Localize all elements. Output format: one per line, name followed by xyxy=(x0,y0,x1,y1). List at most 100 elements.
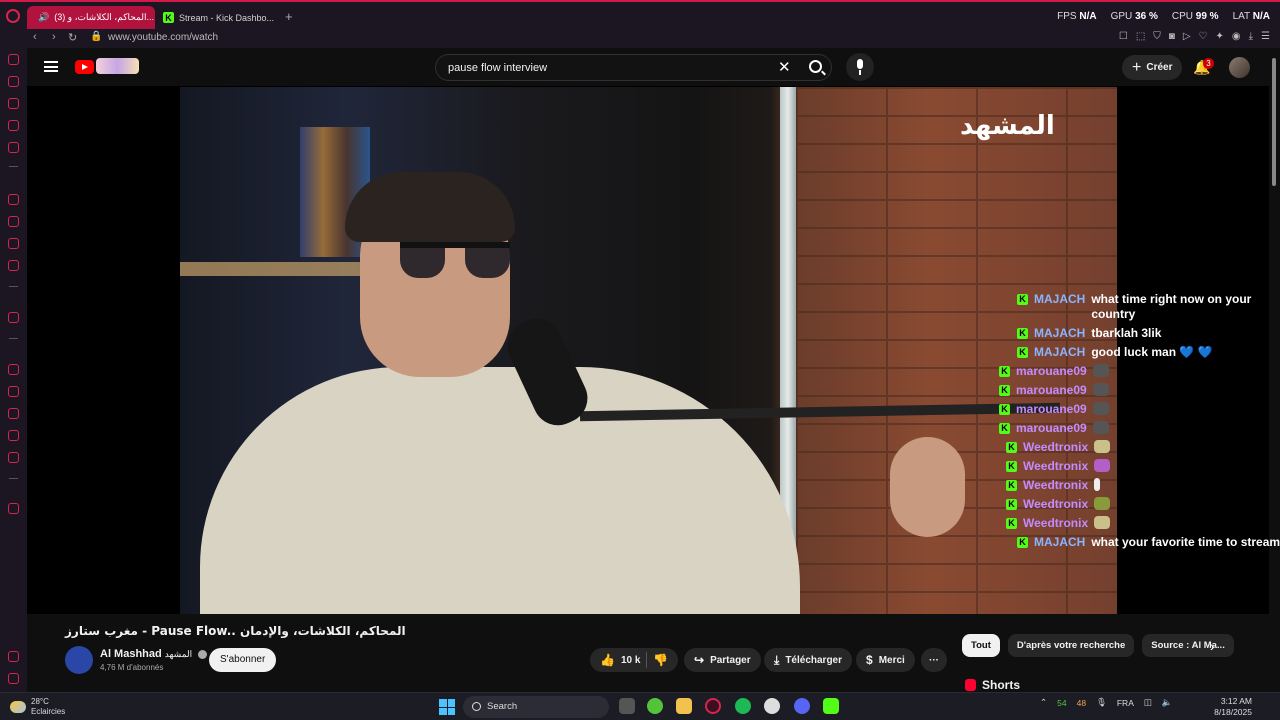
app-green-icon[interactable] xyxy=(647,698,663,714)
opera-gx-icon[interactable] xyxy=(705,698,721,714)
bookmark-icon[interactable]: ☐ xyxy=(1119,31,1128,42)
reload-icon[interactable]: ↻ xyxy=(68,31,77,44)
chip-all[interactable]: Tout xyxy=(962,634,1000,657)
sidebar-ai-icon[interactable] xyxy=(8,120,19,131)
create-button[interactable]: + Créer xyxy=(1122,55,1183,80)
chat-message: K Weedtronix xyxy=(1006,497,1280,512)
sidebar-record-icon[interactable] xyxy=(8,503,19,514)
share-button[interactable]: ↪ Partager xyxy=(684,648,761,672)
browser-logo-icon[interactable] xyxy=(6,9,20,23)
sidebar-pin-icon[interactable] xyxy=(8,386,19,397)
tray-microphone-icon[interactable]: 🎙 xyxy=(1096,697,1107,708)
video-info-section: مغرب ستارز - Pause Flow.. المحاكم، الكلا… xyxy=(27,614,1269,692)
sidebar-twitch-icon[interactable] xyxy=(8,194,19,205)
thumbs-up-icon: 👍 xyxy=(600,653,615,667)
chat-text: what time right now on your country xyxy=(1091,292,1252,321)
stat-lat: LAT N/A xyxy=(1232,11,1270,22)
camera-icon[interactable]: ◙ xyxy=(1169,31,1175,42)
sidebar-separator xyxy=(9,166,18,167)
tray-expand-icon[interactable]: ⌃ xyxy=(1040,697,1047,708)
task-view-icon[interactable] xyxy=(619,698,635,714)
file-explorer-icon[interactable] xyxy=(676,698,692,714)
scrollbar-thumb[interactable] xyxy=(1272,58,1276,186)
tray-network-icon[interactable]: ◫ xyxy=(1144,697,1152,708)
youtube-doodle[interactable] xyxy=(96,58,139,74)
subscribe-button[interactable]: S'abonner xyxy=(209,648,277,672)
tab-kick-dashboard[interactable]: K Stream - Kick Dashbo... xyxy=(157,6,281,29)
discord-icon[interactable] xyxy=(794,698,810,714)
channel-watermark-logo: المشهد xyxy=(960,111,1055,141)
spotify-icon[interactable] xyxy=(735,698,751,714)
new-tab-button[interactable]: + xyxy=(285,9,293,24)
kick-favicon-icon: K xyxy=(163,12,174,23)
thumbs-down-icon[interactable]: 👎 xyxy=(653,653,668,667)
page-scrollbar[interactable] xyxy=(1270,50,1278,690)
sidebar-instagram-icon[interactable] xyxy=(8,238,19,249)
sidebar-ox-icon[interactable] xyxy=(8,651,19,662)
sidebar-messenger-icon[interactable] xyxy=(8,54,19,65)
kick-badge-icon: K xyxy=(999,385,1010,396)
stat-fps: FPS N/A xyxy=(1057,11,1097,22)
more-actions-button[interactable]: ··· xyxy=(921,648,947,672)
menu-icon[interactable]: ☰ xyxy=(1261,31,1270,42)
sidebar-heart-icon[interactable] xyxy=(8,364,19,375)
hamburger-menu-icon[interactable] xyxy=(44,61,58,72)
taskbar-search[interactable]: Search xyxy=(463,696,609,718)
screenshot-icon[interactable]: ⬚ xyxy=(1136,31,1145,42)
chat-message: K MAJACH what time right now on your cou… xyxy=(1017,292,1280,322)
tray-language[interactable]: FRA xyxy=(1117,698,1134,708)
taskbar-clock[interactable]: 3:12 AM 8/18/2025 xyxy=(1214,696,1252,718)
tab-youtube[interactable]: 🔊 (3) المحاكم، الكلاشات، و... xyxy=(27,6,155,29)
app-white-icon[interactable] xyxy=(764,698,780,714)
start-button[interactable] xyxy=(439,699,455,715)
chips-next-icon[interactable]: › xyxy=(1210,638,1215,654)
sidebar-more-icon[interactable] xyxy=(8,673,19,684)
heart-icon[interactable]: ♡ xyxy=(1199,31,1208,42)
chat-username: Weedtronix xyxy=(1023,516,1089,530)
sidebar-whatsapp-icon[interactable] xyxy=(8,216,19,227)
sidebar-add-icon[interactable] xyxy=(8,312,19,323)
chip-source[interactable]: Source : Al Ma... xyxy=(1142,634,1234,657)
chat-username: marouane09 xyxy=(1016,383,1087,397)
kick-badge-icon: K xyxy=(1017,328,1028,339)
forward-icon[interactable]: › xyxy=(52,31,56,43)
play-icon[interactable]: ▷ xyxy=(1183,31,1191,42)
emote-icon xyxy=(1092,364,1109,377)
video-frame[interactable]: المشهد xyxy=(180,87,1117,614)
channel-avatar[interactable] xyxy=(65,646,93,674)
weather-widget[interactable]: 28°C Eclaircies xyxy=(10,697,65,717)
browser-tab-bar: 🔊 (3) المحاكم، الكلاشات، و... K Stream -… xyxy=(0,0,1280,29)
sidebar-discord-icon[interactable] xyxy=(8,260,19,271)
download-icon[interactable]: ⤓ xyxy=(1249,31,1253,42)
search-icon[interactable] xyxy=(809,60,822,73)
thanks-button[interactable]: $ Merci xyxy=(856,648,915,672)
account-avatar[interactable] xyxy=(1229,57,1250,78)
sidebar-player-icon[interactable] xyxy=(8,142,19,153)
sidebar-settings-icon[interactable] xyxy=(8,452,19,463)
chip-from-search[interactable]: D'après votre recherche xyxy=(1007,634,1135,657)
sidebar-history-icon[interactable] xyxy=(8,76,19,87)
video-player[interactable]: المشهد K MAJACH what time right now on y… xyxy=(27,86,1280,614)
channel-name[interactable]: Al Mashhad المشهد xyxy=(100,648,208,660)
profile-icon[interactable]: ◉ xyxy=(1232,31,1241,42)
shield-icon[interactable]: ⛉ xyxy=(1153,31,1161,42)
back-icon[interactable]: ‹ xyxy=(33,31,37,43)
person-shirt xyxy=(200,367,800,614)
lock-icon[interactable]: 🔒 xyxy=(90,31,102,42)
youtube-logo-icon[interactable] xyxy=(75,60,94,74)
tray-volume-icon[interactable]: 🔈 xyxy=(1162,697,1173,708)
microphone-icon[interactable] xyxy=(846,53,874,81)
like-button[interactable]: 👍 10 k 👎 xyxy=(590,648,679,672)
sidebar-vpn-icon[interactable] xyxy=(8,98,19,109)
download-button[interactable]: ⤓ Télécharger xyxy=(764,648,853,672)
sidebar-box-icon[interactable] xyxy=(8,430,19,441)
url-field[interactable]: www.youtube.com/watch xyxy=(108,32,218,43)
search-box[interactable]: pause flow interview ✕ xyxy=(435,54,832,81)
extensions-icon[interactable]: ✦ xyxy=(1215,31,1223,42)
tab-kick-label: Stream - Kick Dashbo... xyxy=(179,12,275,23)
sidebar-clock-icon[interactable] xyxy=(8,408,19,419)
kick-app-icon[interactable] xyxy=(823,698,839,714)
search-input[interactable]: pause flow interview xyxy=(448,62,547,74)
clear-search-icon[interactable]: ✕ xyxy=(778,58,791,76)
stat-gpu: GPU 36 % xyxy=(1110,11,1158,22)
